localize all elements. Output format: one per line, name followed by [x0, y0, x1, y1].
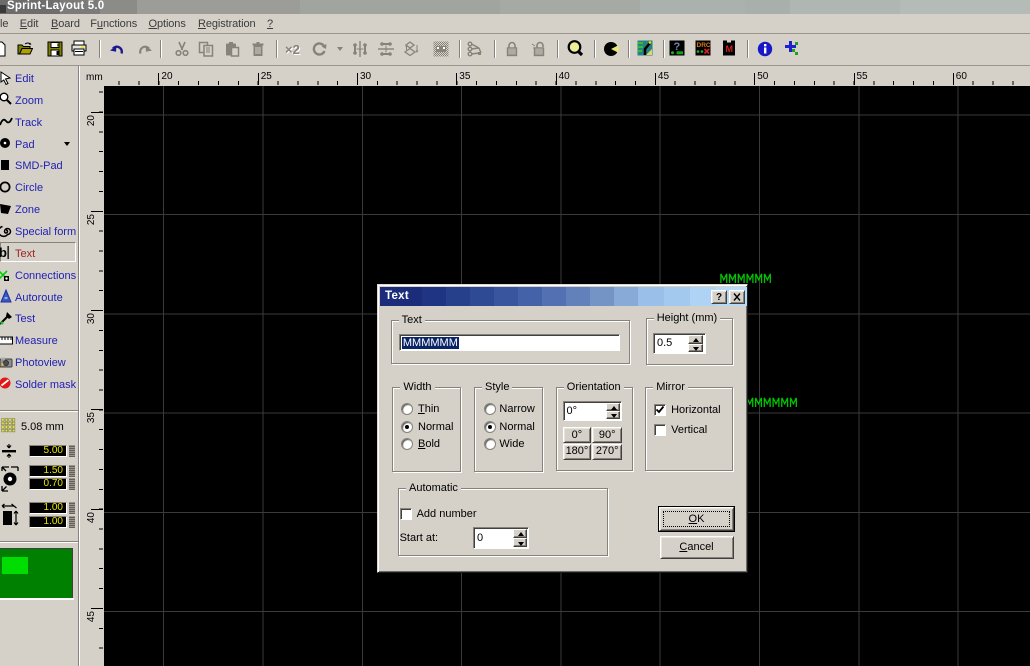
- svg-text:?: ?: [673, 41, 680, 53]
- svg-text:M: M: [726, 44, 734, 54]
- svg-text:b: b: [0, 245, 7, 260]
- svg-text:DRC: DRC: [697, 42, 711, 49]
